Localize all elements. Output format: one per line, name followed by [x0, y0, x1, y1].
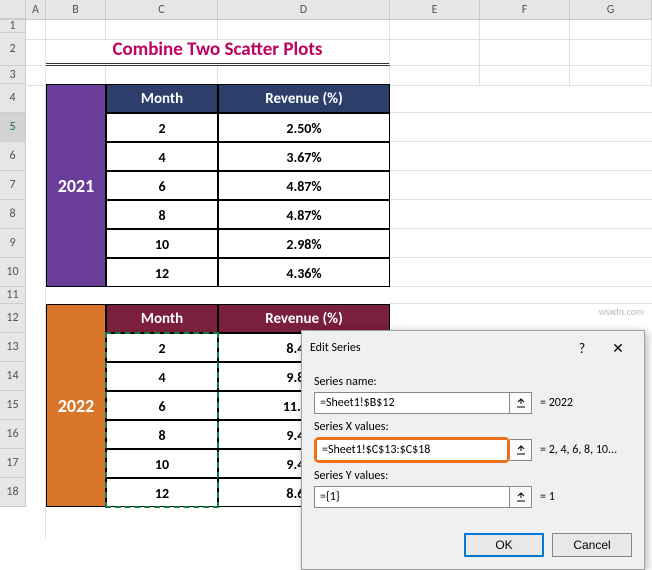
series-y-result: = 1 — [540, 490, 632, 504]
watermark: wsxdn.com — [599, 305, 644, 318]
cell-month[interactable]: 2 — [106, 113, 218, 142]
header-revenue-2022[interactable]: Revenue (%) — [218, 304, 390, 333]
row-header-10[interactable]: 10 — [0, 258, 26, 287]
row-header-17[interactable]: 17 — [0, 449, 26, 478]
spreadsheet-grid: A B C D E F G 1 2 Combine Two Scatter Pl… — [0, 0, 652, 84]
cell-revenue[interactable]: 4.87% — [218, 171, 390, 200]
row-header-11[interactable]: 11 — [0, 287, 26, 304]
header-month-2022[interactable]: Month — [106, 304, 218, 333]
series-x-input[interactable] — [317, 440, 507, 460]
row-header-9[interactable]: 9 — [0, 229, 26, 258]
col-header-C[interactable]: C — [106, 0, 218, 19]
row-header-7[interactable]: 7 — [0, 171, 26, 200]
row-header-16[interactable]: 16 — [0, 420, 26, 449]
collapse-range-icon[interactable] — [510, 392, 532, 414]
row-header-1[interactable]: 1 — [0, 20, 26, 33]
series-name-label: Series name: — [314, 375, 632, 389]
cell-month[interactable]: 8 — [106, 420, 218, 449]
select-all-corner[interactable] — [0, 0, 26, 19]
col-header-G[interactable]: G — [570, 0, 652, 19]
row-header-3[interactable]: 3 — [0, 66, 26, 84]
cell-month[interactable]: 4 — [106, 142, 218, 171]
col-header-E[interactable]: E — [390, 0, 480, 19]
edit-series-dialog: Edit Series ? ✕ Series name: = 2022 Seri… — [301, 330, 645, 570]
col-header-A[interactable]: A — [26, 0, 46, 19]
row-header-8[interactable]: 8 — [0, 200, 26, 229]
series-name-result: = 2022 — [540, 396, 632, 410]
cell-revenue[interactable]: 2.50% — [218, 113, 390, 142]
highlight-box — [314, 437, 510, 463]
series-x-result: = 2, 4, 6, 8, 10... — [540, 443, 632, 457]
cell-month[interactable]: 12 — [106, 478, 218, 507]
year-cell-2021[interactable]: 2021 — [46, 84, 106, 287]
series-x-label: Series X values: — [314, 420, 632, 434]
cell-month[interactable]: 4 — [106, 362, 218, 391]
cell-revenue[interactable]: 4.87% — [218, 200, 390, 229]
cell-month[interactable]: 6 — [106, 171, 218, 200]
page-title[interactable]: Combine Two Scatter Plots — [46, 33, 390, 66]
collapse-range-icon[interactable] — [510, 486, 532, 508]
ok-button[interactable]: OK — [464, 533, 544, 557]
table-2021: 2021 Month Revenue (%) 2 2.50% 4 3.67% 6… — [46, 84, 390, 287]
cell-revenue[interactable]: 4.36% — [218, 258, 390, 287]
series-name-input[interactable] — [314, 392, 510, 414]
row-header-2[interactable]: 2 — [0, 33, 26, 66]
row-header-18[interactable]: 18 — [0, 478, 26, 507]
row-header-12[interactable]: 12 — [0, 304, 26, 333]
col-header-B[interactable]: B — [46, 0, 106, 19]
cell-month[interactable]: 8 — [106, 200, 218, 229]
column-headers: A B C D E F G — [0, 0, 652, 20]
series-y-label: Series Y values: — [314, 469, 632, 483]
cell-month[interactable]: 10 — [106, 229, 218, 258]
cancel-button[interactable]: Cancel — [552, 533, 632, 557]
col-header-F[interactable]: F — [480, 0, 570, 19]
row-header-4[interactable]: 4 — [0, 84, 26, 113]
close-button[interactable]: ✕ — [600, 337, 636, 359]
row-header-6[interactable]: 6 — [0, 142, 26, 171]
collapse-range-icon[interactable] — [510, 439, 532, 461]
cell-month[interactable]: 6 — [106, 391, 218, 420]
cell-revenue[interactable]: 2.98% — [218, 229, 390, 258]
row-header-5[interactable]: 5 — [0, 113, 26, 142]
cell-month[interactable]: 12 — [106, 258, 218, 287]
year-cell-2022[interactable]: 2022 — [46, 304, 106, 507]
cell-revenue[interactable]: 3.67% — [218, 142, 390, 171]
dialog-title: Edit Series — [310, 341, 564, 355]
cell-month[interactable]: 10 — [106, 449, 218, 478]
header-month-2021[interactable]: Month — [106, 84, 218, 113]
col-header-D[interactable]: D — [218, 0, 390, 19]
header-revenue-2021[interactable]: Revenue (%) — [218, 84, 390, 113]
row-header-14[interactable]: 14 — [0, 362, 26, 391]
row-header-15[interactable]: 15 — [0, 391, 26, 420]
series-y-input[interactable] — [314, 486, 510, 508]
dialog-titlebar[interactable]: Edit Series ? ✕ — [302, 331, 644, 365]
cell-month[interactable]: 2 — [106, 333, 218, 362]
row-header-13[interactable]: 13 — [0, 333, 26, 362]
help-button[interactable]: ? — [564, 337, 600, 359]
